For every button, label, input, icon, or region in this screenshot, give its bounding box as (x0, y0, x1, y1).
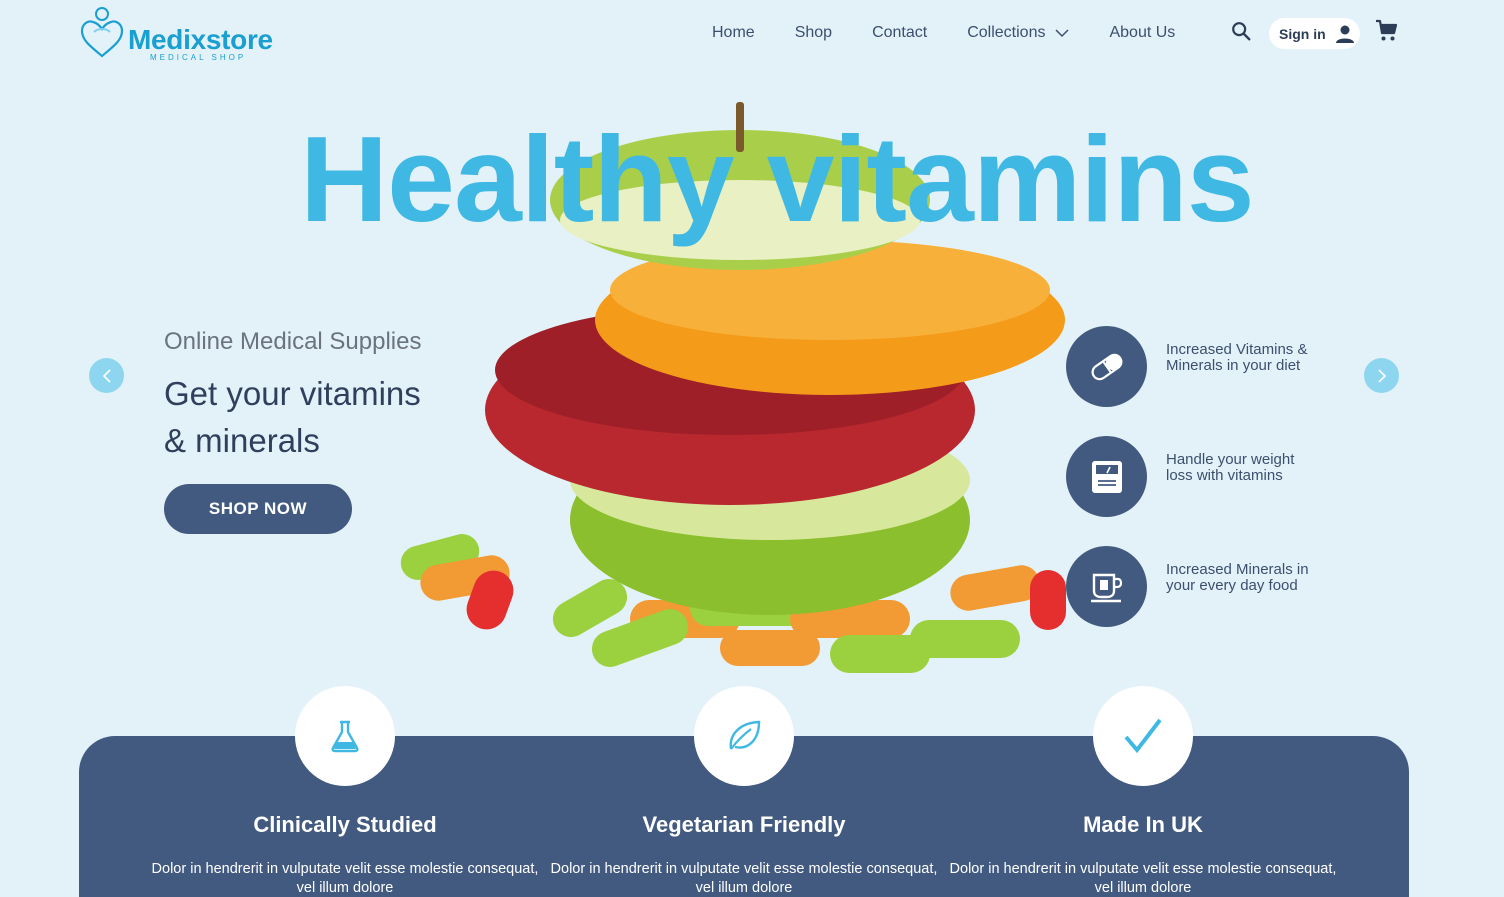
logo[interactable]: Medixstore MEDICAL SHOP (80, 6, 290, 62)
feature-text: Increased Vitamins & Minerals in your di… (1166, 341, 1308, 374)
user-icon (1335, 25, 1354, 43)
nav-collections[interactable]: Collections (967, 22, 1069, 44)
checkmark-icon (1124, 718, 1162, 754)
nav-label: Contact (872, 24, 928, 41)
hero-subtitle: Online Medical Supplies (164, 328, 422, 355)
feature-text: Handle your weight loss with vitamins (1166, 451, 1295, 484)
nav-label: Collections (967, 24, 1046, 41)
feature-icon-circle (1066, 436, 1147, 517)
hero-title: Healthy vitamins (300, 111, 1255, 247)
carousel-prev-button[interactable] (89, 358, 124, 393)
nav-contact[interactable]: Contact (872, 22, 927, 44)
highlight-text: Dolor in hendrerit in vulputate velit es… (949, 861, 1337, 896)
cup-icon (1090, 573, 1122, 602)
brand-name: Medixstore (128, 24, 273, 55)
highlight-title: Vegetarian Friendly (642, 812, 846, 837)
feature-icon-circle (1066, 546, 1147, 627)
feature-icon-circle (1066, 326, 1147, 407)
nav-label: About Us (1109, 24, 1176, 41)
heart-logo-icon (80, 7, 124, 58)
nav-home[interactable]: Home (712, 22, 755, 44)
chevron-right-icon (1377, 368, 1386, 383)
chevron-down-icon (1055, 29, 1069, 38)
capsule-icon (1091, 353, 1122, 380)
nav-shop[interactable]: Shop (795, 22, 832, 44)
feature-vitamins: Increased Vitamins & Minerals in your di… (1066, 326, 1326, 408)
scale-icon (1091, 460, 1122, 493)
feature-minerals: Increased Minerals in your every day foo… (1066, 546, 1326, 628)
highlight-badge (1093, 686, 1193, 786)
main-nav: Home Shop Contact Collections About Us (712, 22, 1215, 44)
feature-text: Increased Minerals in your every day foo… (1166, 561, 1309, 594)
search-icon[interactable] (1230, 20, 1252, 42)
highlight-badge (694, 686, 794, 786)
leaf-icon (729, 720, 761, 750)
highlight-text: Dolor in hendrerit in vulputate velit es… (151, 861, 539, 896)
sign-in-button[interactable]: Sign in (1269, 18, 1360, 49)
cart-icon[interactable] (1375, 19, 1399, 43)
nav-label: Home (712, 24, 755, 41)
highlight-badge (295, 686, 395, 786)
chevron-left-icon (102, 368, 111, 383)
highlight-title: Clinically Studied (253, 812, 437, 837)
shop-now-button[interactable]: SHOP NOW (164, 484, 352, 534)
flask-icon (331, 720, 359, 753)
nav-label: Shop (794, 24, 833, 41)
carousel-next-button[interactable] (1364, 358, 1399, 393)
sign-in-label: Sign in (1279, 25, 1326, 42)
nav-about-us[interactable]: About Us (1109, 22, 1175, 44)
feature-weight-loss: Handle your weight loss with vitamins (1066, 436, 1326, 518)
highlight-text: Dolor in hendrerit in vulputate velit es… (550, 861, 938, 896)
highlight-title: Made In UK (1083, 812, 1203, 837)
brand-tagline: MEDICAL SHOP (150, 53, 247, 62)
